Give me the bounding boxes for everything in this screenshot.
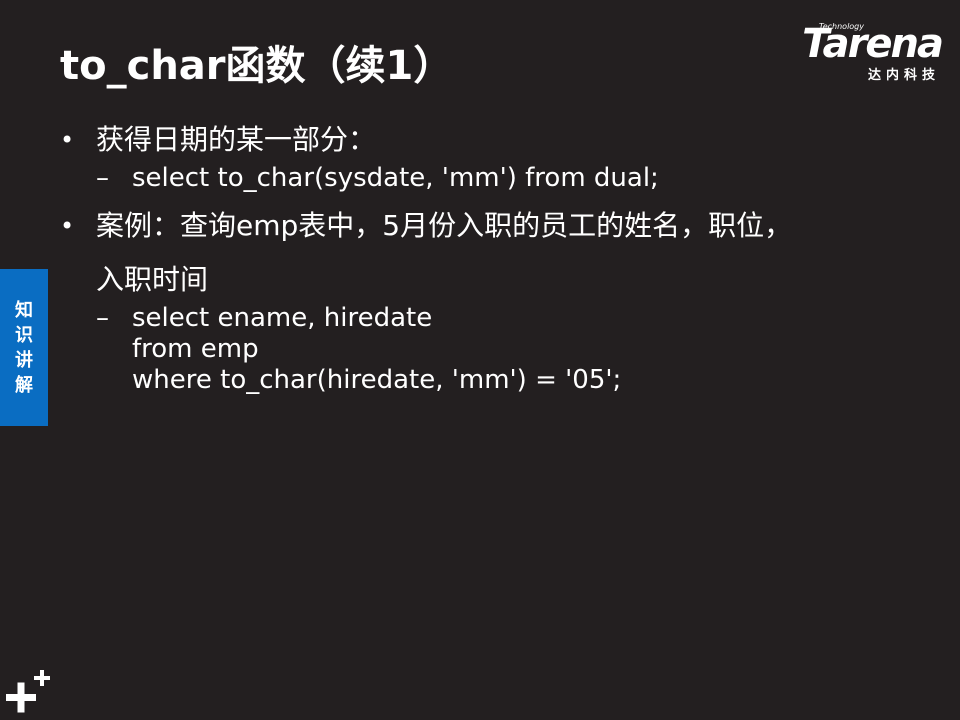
logo-cn-text: 达内科技 <box>867 68 940 83</box>
logo-brand-text: Tarena <box>802 21 944 67</box>
tarena-logo: Technology Tarena 达内科技 <box>782 21 944 84</box>
bullet-case-example: 案例：查询emp表中，5月份入职的员工的姓名，职位， <box>60 204 910 248</box>
code-line-where: where to_char(hiredate, 'mm') = '05'; <box>132 365 622 395</box>
code-sysdate-example: select to_char(sysdate, 'mm') from dual; <box>132 163 659 193</box>
sub-item-sysdate-example: – select to_char(sysdate, 'mm') from dua… <box>60 162 910 194</box>
bullet-get-date-part: 获得日期的某一部分： <box>60 118 910 162</box>
side-tab-char: 知 <box>15 299 33 321</box>
code-line-select: select ename, hiredate <box>132 303 433 333</box>
side-tab-char: 讲 <box>15 349 33 371</box>
plus-decoration-icon <box>6 670 50 713</box>
bullet-case-example-continued: 入职时间 <box>96 263 209 296</box>
sub-item-query-example: – select ename, hiredate <box>60 302 910 334</box>
side-tab-char: 解 <box>15 374 33 396</box>
slide-title: to_char函数（续1） <box>60 43 454 89</box>
code-line-from: from emp <box>132 334 259 364</box>
side-tab-char: 识 <box>15 324 33 346</box>
dash-marker: – <box>96 303 109 333</box>
slide-content: 获得日期的某一部分： – select to_char(sysdate, 'mm… <box>60 118 910 396</box>
knowledge-section-tab: 知 识 讲 解 <box>0 269 48 426</box>
dash-marker: – <box>96 163 109 193</box>
